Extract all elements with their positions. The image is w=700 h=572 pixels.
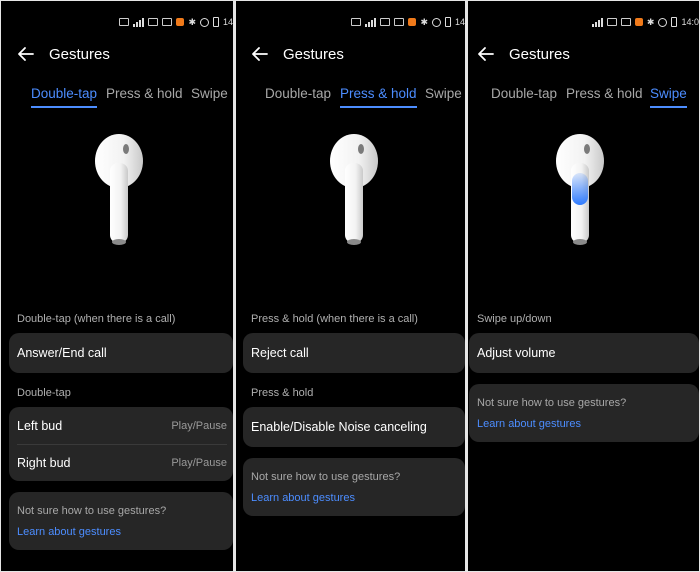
help-question: Not sure how to use gestures? — [17, 505, 167, 517]
chat-icon — [162, 18, 173, 26]
setting-row-adjust-volume[interactable]: Adjust volume — [469, 333, 699, 373]
alarm-icon — [199, 17, 209, 27]
hd-icon — [119, 18, 130, 26]
earbud-icon — [556, 134, 604, 245]
signal-icon — [133, 17, 145, 27]
page-title: Gestures — [49, 45, 110, 63]
page-title: Gestures — [509, 45, 570, 63]
setting-label: Left bud — [17, 419, 63, 433]
earbud-icon — [95, 134, 143, 245]
tab-double-tap[interactable]: Double-tap — [31, 86, 98, 108]
chat-icon — [394, 18, 405, 26]
learn-about-gestures-link[interactable]: Learn about gestures — [477, 418, 581, 430]
gestures-panel-swipe: ✱ 14:0 Gestures Double-tap Press & hold … — [468, 1, 699, 571]
chat-icon — [620, 18, 631, 26]
tab-press-hold[interactable]: Press & hold — [106, 86, 183, 101]
setting-row-left-bud[interactable]: Left bud Play/Pause — [9, 407, 233, 445]
battery-icon — [212, 17, 219, 27]
alarm-icon — [658, 17, 668, 27]
setting-row-reject-call[interactable]: Reject call — [243, 333, 465, 373]
help-card: Not sure how to use gestures? Learn abou… — [243, 458, 465, 516]
setting-row-right-bud[interactable]: Right bud Play/Pause — [9, 444, 233, 481]
bluetooth-icon: ✱ — [646, 16, 655, 27]
setting-label: Answer/End call — [17, 346, 107, 360]
gestures-panel-double-tap: ✱ 14 Gestures Double-tap Press & hold Sw… — [1, 1, 233, 571]
clock: 14 — [454, 17, 465, 27]
setting-label: Adjust volume — [477, 346, 556, 360]
tab-swipe[interactable]: Swipe — [425, 86, 462, 101]
header: Gestures — [17, 45, 110, 63]
hd-icon — [351, 18, 362, 26]
data-icon — [148, 18, 159, 26]
settings-card: Left bud Play/Pause Right bud Play/Pause — [9, 407, 233, 481]
earbud-icon — [330, 134, 378, 245]
help-card: Not sure how to use gestures? Learn abou… — [469, 384, 699, 442]
tab-press-hold[interactable]: Press & hold — [340, 86, 417, 108]
setting-label: Enable/Disable Noise canceling — [251, 420, 427, 434]
app-notification-icon — [634, 18, 643, 26]
setting-row-noise-canceling[interactable]: Enable/Disable Noise canceling — [243, 407, 465, 447]
section-label: Swipe up/down — [477, 313, 552, 325]
status-bar: ✱ 14 — [119, 15, 233, 29]
back-arrow-icon[interactable] — [251, 45, 269, 63]
section-label: Double-tap (when there is a call) — [17, 313, 176, 325]
app-notification-icon — [176, 18, 185, 26]
swipe-highlight — [572, 173, 588, 205]
setting-value: Play/Pause — [171, 420, 227, 432]
data-icon — [380, 18, 391, 26]
gestures-panel-press-hold: ✱ 14 Gestures Double-tap Press & hold Sw… — [236, 1, 465, 571]
status-bar: ✱ 14:0 — [591, 15, 699, 29]
alarm-icon — [431, 17, 441, 27]
tab-swipe[interactable]: Swipe — [191, 86, 228, 101]
learn-about-gestures-link[interactable]: Learn about gestures — [251, 492, 355, 504]
tab-double-tap[interactable]: Double-tap — [491, 86, 557, 101]
setting-label: Reject call — [251, 346, 309, 360]
battery-icon — [671, 17, 678, 27]
tab-press-hold[interactable]: Press & hold — [566, 86, 643, 101]
settings-card: Adjust volume — [469, 333, 699, 373]
header: Gestures — [251, 45, 344, 63]
app-notification-icon — [408, 18, 417, 26]
settings-card: Answer/End call — [9, 333, 233, 373]
settings-card: Enable/Disable Noise canceling — [243, 407, 465, 447]
status-bar: ✱ 14 — [351, 15, 465, 29]
signal-icon — [591, 17, 603, 27]
setting-label: Right bud — [17, 455, 71, 470]
setting-value: Play/Pause — [171, 456, 227, 469]
header: Gestures — [477, 45, 570, 63]
section-label: Press & hold (when there is a call) — [251, 313, 418, 325]
clock: 14:0 — [681, 17, 699, 27]
section-label: Double-tap — [17, 387, 71, 399]
setting-row-answer-end-call[interactable]: Answer/End call — [9, 333, 233, 373]
page-title: Gestures — [283, 45, 344, 63]
battery-icon — [444, 17, 451, 27]
settings-card: Reject call — [243, 333, 465, 373]
bluetooth-icon: ✱ — [420, 16, 428, 27]
section-label: Press & hold — [251, 387, 314, 399]
help-question: Not sure how to use gestures? — [251, 471, 401, 483]
tab-swipe[interactable]: Swipe — [650, 86, 687, 108]
help-question: Not sure how to use gestures? — [477, 397, 627, 409]
back-arrow-icon[interactable] — [17, 45, 35, 63]
tab-double-tap[interactable]: Double-tap — [265, 86, 331, 101]
help-card: Not sure how to use gestures? Learn abou… — [9, 492, 233, 550]
bluetooth-icon: ✱ — [188, 16, 196, 27]
data-icon — [606, 18, 617, 26]
signal-icon — [365, 17, 377, 27]
learn-about-gestures-link[interactable]: Learn about gestures — [17, 526, 121, 538]
back-arrow-icon[interactable] — [477, 45, 495, 63]
clock: 14 — [222, 17, 233, 27]
